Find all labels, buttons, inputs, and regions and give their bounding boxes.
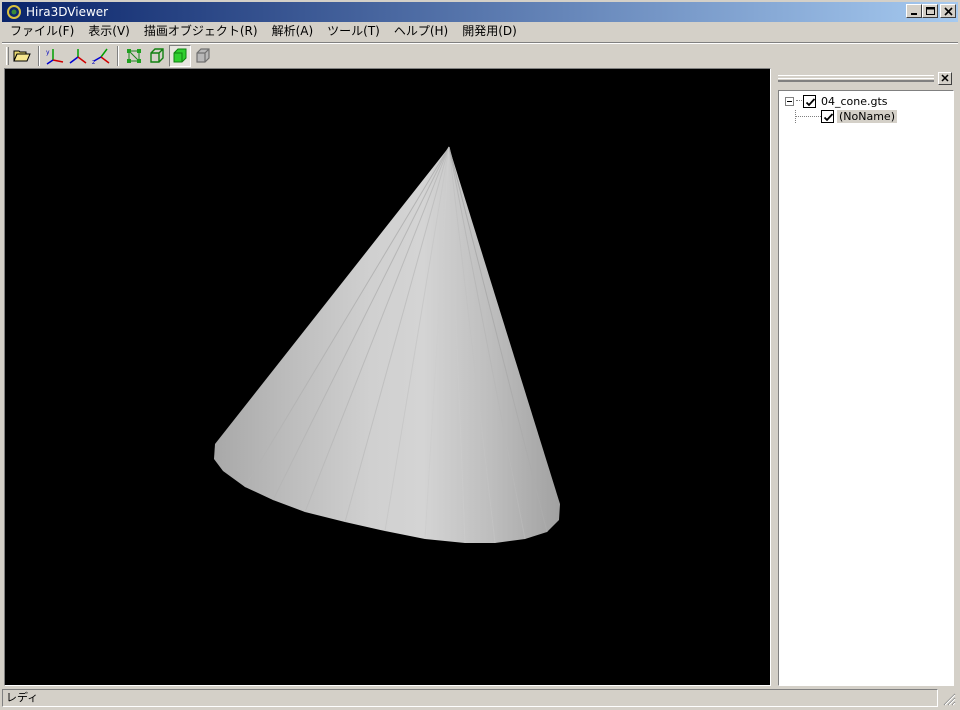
svg-text:z: z	[92, 59, 95, 65]
panel-close-button[interactable]	[938, 72, 952, 85]
checkmark-icon	[823, 112, 834, 121]
open-file-button[interactable]	[11, 45, 33, 67]
minimize-icon	[911, 13, 917, 15]
title-bar[interactable]: Hira3DViewer	[2, 2, 958, 22]
caption-buttons	[906, 4, 956, 18]
svg-text:y: y	[46, 49, 50, 56]
tree-item-label: (NoName)	[837, 109, 897, 123]
menu-tools[interactable]: ツール(T)	[319, 22, 386, 41]
view-zx-button[interactable]: z	[90, 45, 112, 67]
tree-item-root[interactable]: 04_cone.gts	[785, 94, 890, 108]
tree-checkbox[interactable]	[803, 94, 816, 108]
tree-checkbox[interactable]	[821, 109, 834, 123]
maximize-button[interactable]	[922, 4, 938, 18]
collapse-toggle[interactable]	[785, 96, 794, 106]
panel-header	[776, 70, 958, 88]
axis-xy-icon: y	[46, 49, 64, 65]
status-bar: レディ	[2, 688, 958, 708]
toolbar: y z	[2, 44, 958, 68]
menu-file[interactable]: ファイル(F)	[2, 22, 80, 41]
vertex-mode-button[interactable]	[123, 45, 145, 67]
folder-open-icon	[13, 50, 31, 62]
status-text: レディ	[2, 689, 938, 707]
view-xy-button[interactable]: y	[44, 45, 66, 67]
cone-surface	[214, 147, 560, 543]
panel-grip[interactable]	[778, 75, 934, 82]
axis-zx-icon: z	[92, 48, 110, 65]
toolbar-separator	[38, 46, 40, 66]
menu-develop[interactable]: 開発用(D)	[454, 22, 523, 41]
object-tree[interactable]: 04_cone.gts (NoName)	[778, 90, 954, 686]
solid-mode-icon	[173, 48, 187, 63]
close-icon	[944, 7, 953, 16]
main-window: Hira3DViewer ファイル(F) 表示(V) 描画オブジェクト(R) 解…	[0, 0, 960, 710]
vertex-mode-icon	[127, 49, 141, 63]
hidden-mode-button[interactable]	[192, 45, 214, 67]
cone-model[interactable]	[5, 69, 770, 685]
tree-item-child[interactable]: (NoName)	[821, 109, 897, 123]
tree-item-label: 04_cone.gts	[821, 94, 888, 108]
toolbar-separator	[117, 46, 119, 66]
resize-grip-icon[interactable]	[943, 693, 956, 706]
tree-connector	[795, 116, 821, 117]
menu-view[interactable]: 表示(V)	[80, 22, 136, 41]
menu-help[interactable]: ヘルプ(H)	[386, 22, 454, 41]
window-title: Hira3DViewer	[26, 5, 109, 19]
axis-yz-icon	[69, 49, 87, 64]
checkmark-icon	[805, 97, 816, 106]
app-icon	[7, 5, 21, 19]
object-tree-panel: 04_cone.gts (NoName)	[776, 68, 958, 686]
hidden-mode-icon	[196, 48, 210, 63]
wireframe-mode-button[interactable]	[146, 45, 168, 67]
toolbar-grip[interactable]	[6, 47, 9, 65]
view-yz-button[interactable]	[67, 45, 89, 67]
3d-viewport[interactable]	[4, 68, 771, 686]
maximize-icon	[926, 7, 935, 15]
close-button[interactable]	[940, 4, 956, 18]
minimize-button[interactable]	[906, 4, 922, 18]
menu-draw-object[interactable]: 描画オブジェクト(R)	[136, 22, 264, 41]
menu-analysis[interactable]: 解析(A)	[264, 22, 320, 41]
close-icon	[941, 74, 949, 82]
solid-mode-button[interactable]	[169, 45, 191, 67]
wireframe-mode-icon	[150, 48, 164, 63]
menu-bar: ファイル(F) 表示(V) 描画オブジェクト(R) 解析(A) ツール(T) ヘ…	[2, 22, 958, 41]
